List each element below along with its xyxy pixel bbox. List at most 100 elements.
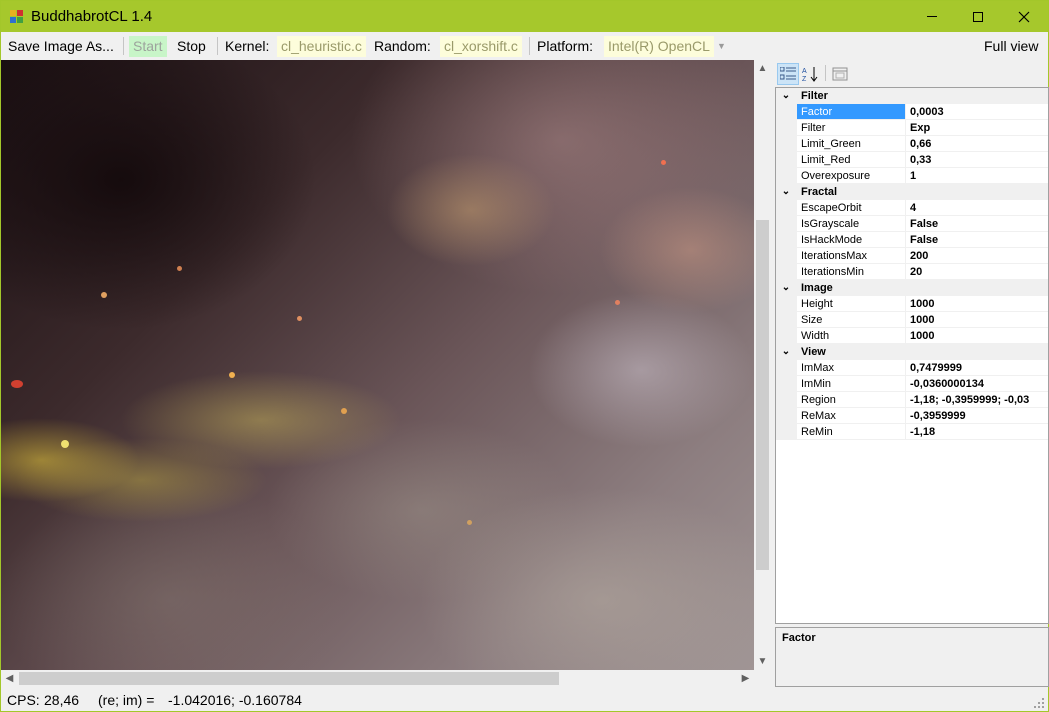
- property-name[interactable]: ImMin: [797, 376, 906, 392]
- property-name[interactable]: Overexposure: [797, 168, 906, 184]
- property-name[interactable]: ImMax: [797, 360, 906, 376]
- categorized-button[interactable]: [777, 63, 799, 85]
- property-value[interactable]: 0,33: [906, 152, 1048, 168]
- property-value[interactable]: 1000: [906, 312, 1048, 328]
- property-row-margin: [776, 152, 797, 168]
- stop-button[interactable]: Stop: [173, 36, 210, 57]
- property-value[interactable]: -1,18; -0,3959999; -0,03: [906, 392, 1048, 408]
- chevron-down-icon[interactable]: ⌄: [780, 344, 792, 360]
- property-name[interactable]: IterationsMin: [797, 264, 906, 280]
- property-value[interactable]: -1,18: [906, 424, 1048, 440]
- property-row-iterationsmax[interactable]: IterationsMax 200: [776, 248, 1048, 264]
- property-row-height[interactable]: Height 1000: [776, 296, 1048, 312]
- property-category-view[interactable]: ⌄ View: [776, 344, 1048, 360]
- property-value[interactable]: -0,0360000134: [906, 376, 1048, 392]
- property-name[interactable]: Width: [797, 328, 906, 344]
- property-row-limit_red[interactable]: Limit_Red 0,33: [776, 152, 1048, 168]
- property-value[interactable]: 1000: [906, 296, 1048, 312]
- property-name[interactable]: ReMax: [797, 408, 906, 424]
- property-row-margin: [776, 200, 797, 216]
- property-value[interactable]: 20: [906, 264, 1048, 280]
- fractal-render-image[interactable]: [1, 60, 754, 670]
- property-value[interactable]: 0,7479999: [906, 360, 1048, 376]
- property-value[interactable]: -0,3959999: [906, 408, 1048, 424]
- chevron-down-icon[interactable]: ⌄: [780, 88, 792, 104]
- property-row-escapeorbit[interactable]: EscapeOrbit 4: [776, 200, 1048, 216]
- property-name[interactable]: Limit_Green: [797, 136, 906, 152]
- property-name[interactable]: Filter: [797, 120, 906, 136]
- property-value[interactable]: False: [906, 216, 1048, 232]
- property-value[interactable]: 200: [906, 248, 1048, 264]
- save-image-button[interactable]: Save Image As...: [4, 36, 118, 57]
- title-bar[interactable]: BuddhabrotCL 1.4: [1, 1, 1048, 32]
- property-row-factor[interactable]: Factor 0,0003: [776, 104, 1048, 120]
- property-row-region[interactable]: Region -1,18; -0,3959999; -0,03: [776, 392, 1048, 408]
- property-row-iterationsmin[interactable]: IterationsMin 20: [776, 264, 1048, 280]
- property-name[interactable]: ReMin: [797, 424, 906, 440]
- full-view-button[interactable]: Full view: [980, 36, 1042, 57]
- status-bar: CPS: 28,46 (re; im) = -1.042016; -0.1607…: [1, 689, 1048, 711]
- image-vertical-scrollbar[interactable]: ▲ ▼: [754, 60, 771, 670]
- property-row-width[interactable]: Width 1000: [776, 328, 1048, 344]
- property-name[interactable]: Limit_Red: [797, 152, 906, 168]
- alphabetical-button[interactable]: A Z: [800, 63, 822, 85]
- property-row-isgrayscale[interactable]: IsGrayscale False: [776, 216, 1048, 232]
- property-row-ishackmode[interactable]: IsHackMode False: [776, 232, 1048, 248]
- property-row-overexposure[interactable]: Overexposure 1: [776, 168, 1048, 184]
- scroll-left-icon[interactable]: ◀: [1, 670, 18, 687]
- maximize-button[interactable]: [955, 1, 1001, 32]
- property-name[interactable]: Region: [797, 392, 906, 408]
- property-row-immax[interactable]: ImMax 0,7479999: [776, 360, 1048, 376]
- render-speck: [467, 520, 472, 525]
- chevron-down-icon[interactable]: ⌄: [780, 184, 792, 200]
- kernel-dropdown[interactable]: cl_heuristic.c: [277, 36, 366, 57]
- minimize-button[interactable]: [909, 1, 955, 32]
- toolbar-separator: [825, 65, 826, 81]
- property-name[interactable]: IsGrayscale: [797, 216, 906, 232]
- image-horizontal-scrollbar[interactable]: ◀ ▶: [1, 670, 754, 687]
- scroll-down-icon[interactable]: ▼: [754, 653, 771, 670]
- scroll-right-icon[interactable]: ▶: [737, 670, 754, 687]
- property-value[interactable]: 1: [906, 168, 1048, 184]
- chevron-down-icon[interactable]: ⌄: [780, 280, 792, 296]
- property-grid[interactable]: ⌄ Filter Factor 0,0003 Filter Exp Limit_Green 0…: [775, 87, 1049, 624]
- property-name[interactable]: IterationsMax: [797, 248, 906, 264]
- property-name[interactable]: Height: [797, 296, 906, 312]
- property-category-label: Fractal: [801, 186, 838, 198]
- property-name[interactable]: Factor: [797, 104, 906, 120]
- property-value[interactable]: 4: [906, 200, 1048, 216]
- property-row-size[interactable]: Size 1000: [776, 312, 1048, 328]
- property-category-filter[interactable]: ⌄ Filter: [776, 88, 1048, 104]
- random-dropdown[interactable]: cl_xorshift.c: [440, 36, 522, 57]
- minimize-icon: [927, 16, 937, 17]
- property-value[interactable]: False: [906, 232, 1048, 248]
- property-row-margin: [776, 248, 797, 264]
- render-speck: [177, 266, 182, 271]
- property-value[interactable]: 1000: [906, 328, 1048, 344]
- property-value[interactable]: 0,0003: [906, 104, 1048, 120]
- property-value[interactable]: Exp: [906, 120, 1048, 136]
- render-speck: [615, 300, 620, 305]
- property-value[interactable]: 0,66: [906, 136, 1048, 152]
- coord-label: (re; im) =: [98, 692, 155, 708]
- scroll-thumb[interactable]: [19, 672, 559, 685]
- property-category-fractal[interactable]: ⌄ Fractal: [776, 184, 1048, 200]
- property-row-remin[interactable]: ReMin -1,18: [776, 424, 1048, 440]
- scroll-thumb[interactable]: [756, 220, 769, 570]
- scroll-up-icon[interactable]: ▲: [754, 60, 771, 77]
- start-button[interactable]: Start: [129, 36, 167, 57]
- close-button[interactable]: [1001, 1, 1047, 32]
- property-pages-button[interactable]: [829, 63, 851, 85]
- property-row-immin[interactable]: ImMin -0,0360000134: [776, 376, 1048, 392]
- property-row-filter[interactable]: Filter Exp: [776, 120, 1048, 136]
- resize-grip-icon[interactable]: [1034, 698, 1044, 708]
- render-speck: [101, 292, 107, 298]
- property-category-image[interactable]: ⌄ Image: [776, 280, 1048, 296]
- property-name[interactable]: Size: [797, 312, 906, 328]
- property-row-limit_green[interactable]: Limit_Green 0,66: [776, 136, 1048, 152]
- property-row-remax[interactable]: ReMax -0,3959999: [776, 408, 1048, 424]
- platform-dropdown[interactable]: Intel(R) OpenCL: [604, 36, 714, 57]
- property-row-margin: [776, 408, 797, 424]
- property-name[interactable]: IsHackMode: [797, 232, 906, 248]
- property-name[interactable]: EscapeOrbit: [797, 200, 906, 216]
